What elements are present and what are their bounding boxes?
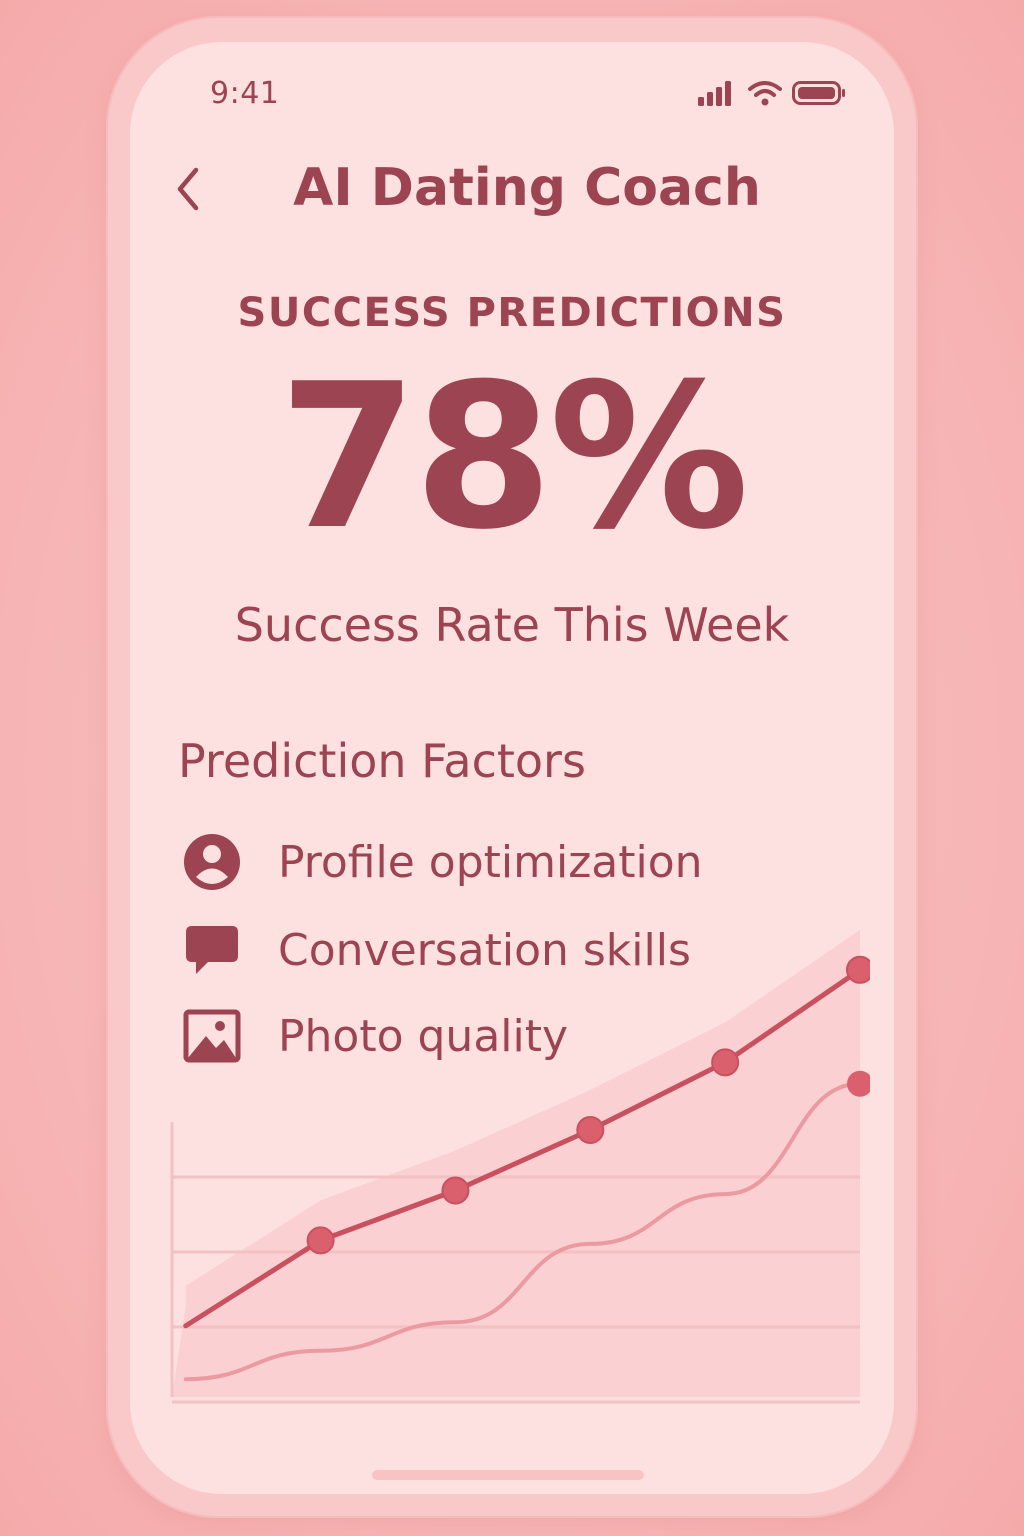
status-time: 9:41 (210, 76, 280, 111)
chart-point (846, 955, 870, 984)
wifi-icon (748, 80, 782, 110)
factor-label: Conversation skills (278, 924, 691, 976)
phone-screen: 9:41 AI Dating Coach SUCCESS PREDICTIONS… (130, 42, 894, 1494)
factor-label: Profile optimization (278, 836, 703, 888)
factor-item-conversation: Conversation skills (182, 918, 691, 982)
factor-label: Photo quality (278, 1010, 569, 1062)
page-title: AI Dating Coach (293, 158, 761, 218)
section-label: SUCCESS PREDICTIONS (237, 290, 787, 336)
success-caption: Success Rate This Week (234, 598, 790, 652)
home-indicator[interactable] (372, 1470, 644, 1480)
chart-point (711, 1048, 740, 1077)
user-icon (182, 832, 242, 892)
battery-icon (792, 80, 846, 110)
factor-item-profile: Profile optimization (182, 830, 703, 894)
success-percentage: 78% (278, 341, 750, 574)
image-icon (182, 1006, 242, 1066)
status-icons (698, 80, 846, 110)
chart-point (306, 1226, 335, 1255)
factors-title: Prediction Factors (178, 734, 586, 788)
factor-item-photo: Photo quality (182, 1004, 568, 1068)
chat-bubble-icon (182, 920, 242, 980)
chart-point (441, 1176, 470, 1205)
signal-icon (698, 80, 738, 110)
chart-point (576, 1116, 605, 1144)
